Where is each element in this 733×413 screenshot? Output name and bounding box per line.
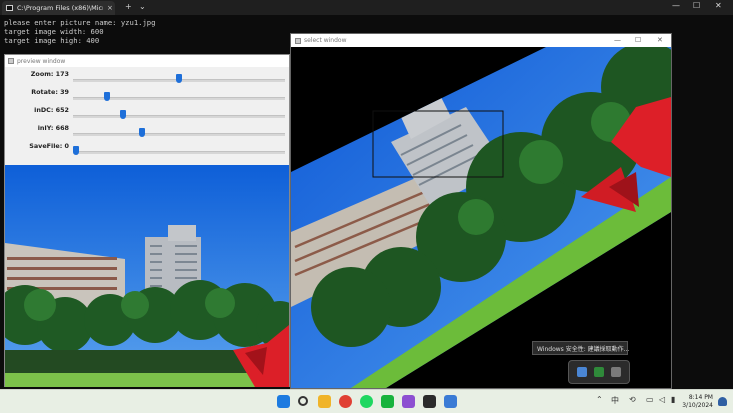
minimize-button[interactable]: — [672, 1, 680, 10]
preview-app-icon[interactable] [444, 395, 457, 408]
indc-slider-row: inDC: 652 [5, 104, 289, 122]
indc-label: inDC: 652 [34, 106, 69, 114]
search-icon[interactable] [298, 396, 308, 406]
terminal-line: target image high: 400 [4, 36, 100, 45]
tab-close-icon[interactable]: × [107, 4, 113, 12]
clock-date: 3/10/2024 [682, 402, 713, 409]
tray-overflow-popup [568, 360, 630, 384]
iniy-slider-row: inIY: 668 [5, 122, 289, 140]
tab-dropdown-button[interactable]: ⌄ [139, 2, 146, 11]
terminal-tab-title: C:\Program Files (x86)\Micros [17, 4, 103, 12]
volume-icon[interactable]: ◁ [659, 395, 665, 404]
app-tray-icon[interactable] [611, 367, 622, 377]
savefile-label: SaveFile: 0 [29, 142, 69, 150]
rotated-photo [291, 47, 671, 388]
zoom-slider-row: Zoom: 173 [5, 68, 289, 86]
windows-start-icon[interactable] [277, 395, 290, 408]
indc-slider-thumb[interactable] [120, 110, 127, 119]
iniy-track[interactable] [73, 133, 285, 136]
maximize-button[interactable]: ☐ [693, 1, 700, 10]
close-button[interactable]: ✕ [715, 1, 722, 10]
terminal-tab[interactable]: C:\Program Files (x86)\Micros × [2, 1, 115, 15]
rotate-label: Rotate: 39 [31, 88, 69, 96]
clock-time: 8:14 PM [688, 394, 713, 401]
terminal-taskbar-icon[interactable] [423, 395, 436, 408]
terminal-titlebar: C:\Program Files (x86)\Micros × + ⌄ — ☐ … [0, 0, 733, 15]
security-shield-icon[interactable] [576, 367, 587, 377]
iniy-label: inIY: 668 [37, 124, 69, 132]
ime-indicator[interactable]: 中 [611, 395, 619, 406]
zoom-slider-thumb[interactable] [176, 74, 182, 83]
terminal-line: target image width: 600 [4, 27, 104, 36]
clock[interactable]: 8:14 PM 3/10/2024 [682, 394, 713, 410]
chrome-icon[interactable] [339, 395, 352, 408]
select-window-title: select window [304, 37, 347, 44]
indc-track[interactable] [73, 115, 285, 118]
select-minimize-button[interactable]: — [614, 36, 621, 44]
select-close-button[interactable]: ✕ [657, 36, 663, 44]
visual-studio-icon[interactable] [402, 395, 415, 408]
select-window: select window — ☐ ✕ [290, 33, 672, 389]
display-icon[interactable]: ▭ [646, 395, 654, 404]
chevron-up-icon[interactable]: ⌃ [596, 395, 603, 404]
spotify-icon[interactable] [360, 395, 373, 408]
window-icon [295, 37, 301, 44]
zoom-label: Zoom: 173 [30, 70, 69, 78]
preview-window-titlebar[interactable]: preview window [5, 55, 289, 67]
notification-bell-icon[interactable] [718, 397, 727, 406]
savefile-slider-thumb[interactable] [73, 146, 79, 155]
preview-photo [5, 165, 289, 387]
select-canvas[interactable] [291, 47, 671, 388]
file-explorer-icon[interactable] [318, 395, 331, 408]
new-tab-button[interactable]: + [125, 2, 132, 11]
undo-icon[interactable]: ⟲ [629, 395, 636, 404]
terminal-line: please enter picture name: yzu1.jpg [4, 18, 156, 27]
security-notification[interactable]: Windows 安全性: 建議採取動作... [532, 341, 629, 355]
savefile-slider-row: SaveFile: 0 [5, 140, 289, 158]
rotate-slider-row: Rotate: 39 [5, 86, 289, 104]
select-maximize-button[interactable]: ☐ [635, 36, 641, 44]
terminal-icon [6, 5, 13, 11]
taskbar: ⌃ 中 ⟲ ▭ ◁ ▮ 8:14 PM 3/10/2024 [0, 389, 733, 413]
rotate-slider-thumb[interactable] [103, 92, 110, 101]
savefile-track[interactable] [73, 151, 285, 154]
battery-icon[interactable]: ▮ [671, 395, 675, 404]
nvidia-icon[interactable] [593, 367, 604, 377]
campus-photo [5, 165, 289, 387]
preview-window: preview window Zoom: 173 Rotate: 39 inDC… [4, 54, 290, 387]
select-window-titlebar[interactable]: select window — ☐ ✕ [291, 34, 671, 47]
line-icon[interactable] [381, 395, 394, 408]
iniy-slider-thumb[interactable] [138, 128, 145, 137]
window-icon [8, 58, 14, 64]
preview-window-title: preview window [17, 57, 66, 65]
